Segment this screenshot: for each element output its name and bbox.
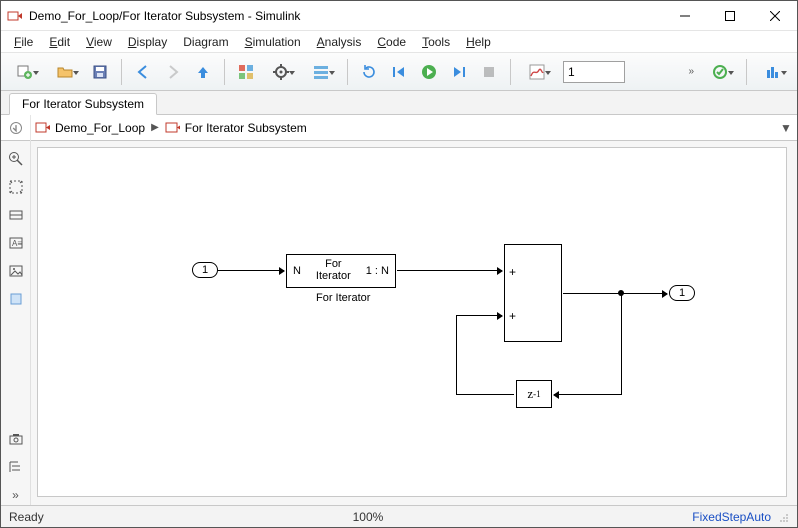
for-iter-right: 1 : N [366,265,389,277]
library-browser-button[interactable] [233,59,259,85]
breadcrumb-menu[interactable]: ▼ [775,121,797,135]
menu-code[interactable]: Code [370,33,413,51]
update-diagram-button[interactable] [702,59,738,85]
annotation-icon[interactable]: A≡ [6,233,26,253]
back-button[interactable] [130,59,156,85]
signal-delay-to-sum[interactable] [456,315,502,316]
model-explorer-button[interactable] [303,59,339,85]
toolbar: 1 » [1,53,797,91]
status-solver[interactable]: FixedStepAuto [692,510,777,524]
menubar: File Edit View Display Diagram Simulatio… [1,31,797,53]
delay-exp: -1 [533,389,541,399]
canvas[interactable]: 1 N For Iterator 1 : N For Iterator + + [37,147,787,497]
menu-display[interactable]: Display [121,33,174,51]
area-icon[interactable] [6,289,26,309]
for-iter-mid: For Iterator [316,259,351,282]
window-title: Demo_For_Loop/For Iterator Subsystem - S… [29,9,662,23]
for-iterator-label: For Iterator [316,292,370,304]
model-config-button[interactable] [263,59,299,85]
step-forward-button[interactable] [446,59,472,85]
outport-block[interactable]: 1 [669,285,695,301]
zoom-in-icon[interactable] [6,149,26,169]
menu-simulation[interactable]: Simulation [238,33,308,51]
simulink-app-icon [7,8,23,24]
inport-number: 1 [202,264,208,276]
menu-edit[interactable]: Edit [42,33,77,51]
signal-feedback-to-delay[interactable] [554,394,622,395]
statusbar: Ready 100% FixedStepAuto [1,505,797,527]
signal-delay-out-v[interactable] [456,315,457,395]
fast-restart-button[interactable] [356,59,382,85]
status-ready: Ready [9,510,44,524]
sim-time-value: 1 [568,65,575,79]
forward-button[interactable] [160,59,186,85]
signal-inport-to-for[interactable] [218,270,284,271]
build-button[interactable] [755,59,791,85]
breadcrumb-subsystem[interactable]: For Iterator Subsystem [161,115,311,140]
sum-sign-2: + [509,309,516,323]
hide-navigate-button[interactable] [1,115,31,141]
minimize-button[interactable] [662,1,707,30]
open-button[interactable] [47,59,83,85]
resize-grip-icon [777,511,789,523]
model-icon [35,120,51,136]
menu-view[interactable]: View [79,33,119,51]
toggle-perspectives-icon[interactable] [6,205,26,225]
breadcrumb-root-label: Demo_For_Loop [55,121,145,135]
breadcrumb-separator: ▶ [149,122,161,133]
screenshot-icon[interactable] [6,429,26,449]
new-model-button[interactable] [7,59,43,85]
breadcrumb-root[interactable]: Demo_For_Loop [31,115,149,140]
palette-overflow[interactable]: » [6,485,26,505]
breadcrumb-subsystem-label: For Iterator Subsystem [185,121,307,135]
unit-delay-block[interactable]: z-1 [516,380,552,408]
stop-button[interactable] [476,59,502,85]
up-button[interactable] [190,59,216,85]
model-browser-icon[interactable] [6,457,26,477]
tab-label: For Iterator Subsystem [22,97,144,111]
workarea: A≡ » 1 N For Iterator 1 : N For [1,141,797,505]
tabstrip: For Iterator Subsystem [1,91,797,115]
close-button[interactable] [752,1,797,30]
run-button[interactable] [416,59,442,85]
for-iterator-block[interactable]: N For Iterator 1 : N [286,254,396,288]
titlebar: Demo_For_Loop/For Iterator Subsystem - S… [1,1,797,31]
maximize-button[interactable] [707,1,752,30]
menu-file[interactable]: File [7,33,40,51]
subsystem-icon [165,120,181,136]
save-button[interactable] [87,59,113,85]
tab-for-iterator-subsystem[interactable]: For Iterator Subsystem [9,93,157,115]
status-zoom[interactable]: 100% [308,510,428,524]
inport-block[interactable]: 1 [192,262,218,278]
fit-to-view-icon[interactable] [6,177,26,197]
breadcrumb-bar: Demo_For_Loop ▶ For Iterator Subsystem ▼ [1,115,797,141]
signal-sum-to-outport[interactable] [621,293,667,294]
signal-sum-out-a[interactable] [563,293,621,294]
signal-for-to-sum[interactable] [397,270,502,271]
toolbar-overflow[interactable]: » [684,66,698,77]
image-icon[interactable] [6,261,26,281]
sum-block[interactable]: + + [504,244,562,342]
data-inspector-button[interactable] [519,59,555,85]
palette: A≡ » [1,141,31,505]
menu-help[interactable]: Help [459,33,498,51]
menu-analysis[interactable]: Analysis [310,33,369,51]
signal-feedback-down[interactable] [621,293,622,394]
menu-tools[interactable]: Tools [415,33,457,51]
for-iter-left: N [293,265,301,277]
outport-number: 1 [679,287,685,299]
menu-diagram[interactable]: Diagram [176,33,235,51]
step-back-button[interactable] [386,59,412,85]
sum-sign-1: + [509,265,516,279]
simulation-stop-time-field[interactable]: 1 [563,61,625,83]
svg-text:A≡: A≡ [12,239,22,248]
signal-delay-out-h[interactable] [456,394,514,395]
